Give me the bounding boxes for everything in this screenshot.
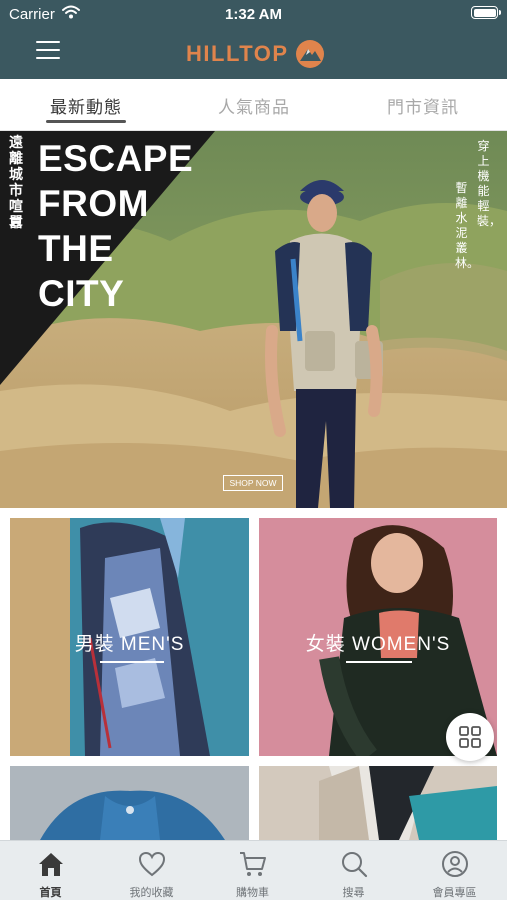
category-photo-3: [10, 766, 249, 840]
tab-popular[interactable]: 人氣商品: [194, 93, 314, 118]
app-header: HILLTOP: [0, 28, 507, 79]
bottom-tab-favorites[interactable]: 我的收藏: [101, 841, 202, 900]
category-label-men: 男裝 MEN'S: [74, 634, 185, 655]
hero-headline-line: FROM: [38, 183, 149, 224]
shop-now-button[interactable]: SHOP NOW: [223, 475, 283, 491]
active-tab-indicator: [46, 120, 126, 123]
hero-headline-line: ESCAPE: [38, 138, 194, 179]
category-label-women: 女裝 WOMEN'S: [305, 634, 451, 655]
grid-view-button[interactable]: [446, 713, 494, 761]
clock: 1:32 AM: [225, 6, 282, 23]
bottom-tab-label: 搜尋: [342, 887, 365, 899]
cart-icon: [240, 852, 266, 876]
bottom-tab-label: 會員專區: [432, 887, 477, 899]
category-card-3[interactable]: [10, 766, 249, 840]
status-bar: Carrier 1:32 AM: [0, 0, 507, 28]
brand-name: HILLTOP: [186, 41, 289, 66]
home-icon: [39, 853, 63, 876]
category-card-men[interactable]: 男裝 MEN'S: [10, 518, 249, 756]
bottom-tab-cart[interactable]: 購物車: [202, 841, 303, 900]
hero-tagline-2: 暫離水泥叢林。: [455, 181, 480, 270]
hero-vertical-caption: 遠離城市喧囂: [9, 134, 23, 230]
bottom-tab-label: 我的收藏: [129, 887, 174, 899]
tab-latest[interactable]: 最新動態: [26, 93, 146, 118]
bottom-tab-bar: 首頁 我的收藏 購物車 搜尋 會員專區: [0, 840, 507, 900]
user-icon: [442, 851, 468, 877]
label-underline: [100, 661, 164, 663]
hero-banner[interactable]: 遠離城市喧囂 ESCAPE FROM THE CITY 穿上機能輕裝， 暫離水泥…: [0, 131, 507, 508]
top-tabs: 最新動態 人氣商品 門市資訊: [0, 79, 507, 131]
search-icon: [342, 852, 368, 878]
heart-icon: [138, 851, 166, 877]
battery-icon: [471, 6, 501, 19]
grid-icon: [459, 726, 481, 748]
category-card-4[interactable]: [259, 766, 497, 840]
hero-tagline-1: 穿上機能輕裝，: [477, 139, 502, 228]
bottom-tab-home[interactable]: 首頁: [0, 841, 101, 900]
tab-stores[interactable]: 門市資訊: [363, 93, 483, 118]
brand-logo: HILLTOP: [186, 37, 325, 71]
bottom-tab-search[interactable]: 搜尋: [303, 841, 404, 900]
hero-headline-line: CITY: [38, 273, 125, 314]
category-photo-4: [259, 766, 497, 840]
hamburger-menu-icon[interactable]: [36, 41, 60, 63]
hero-headline-line: THE: [38, 228, 114, 269]
bottom-tab-label: 購物車: [236, 887, 269, 899]
hero-headline: ESCAPE FROM THE CITY: [38, 136, 193, 316]
bottom-tab-member[interactable]: 會員專區: [404, 841, 505, 900]
label-underline: [346, 661, 412, 663]
mountain-logo-icon: [295, 40, 324, 68]
bottom-tab-label: 首頁: [39, 887, 62, 899]
